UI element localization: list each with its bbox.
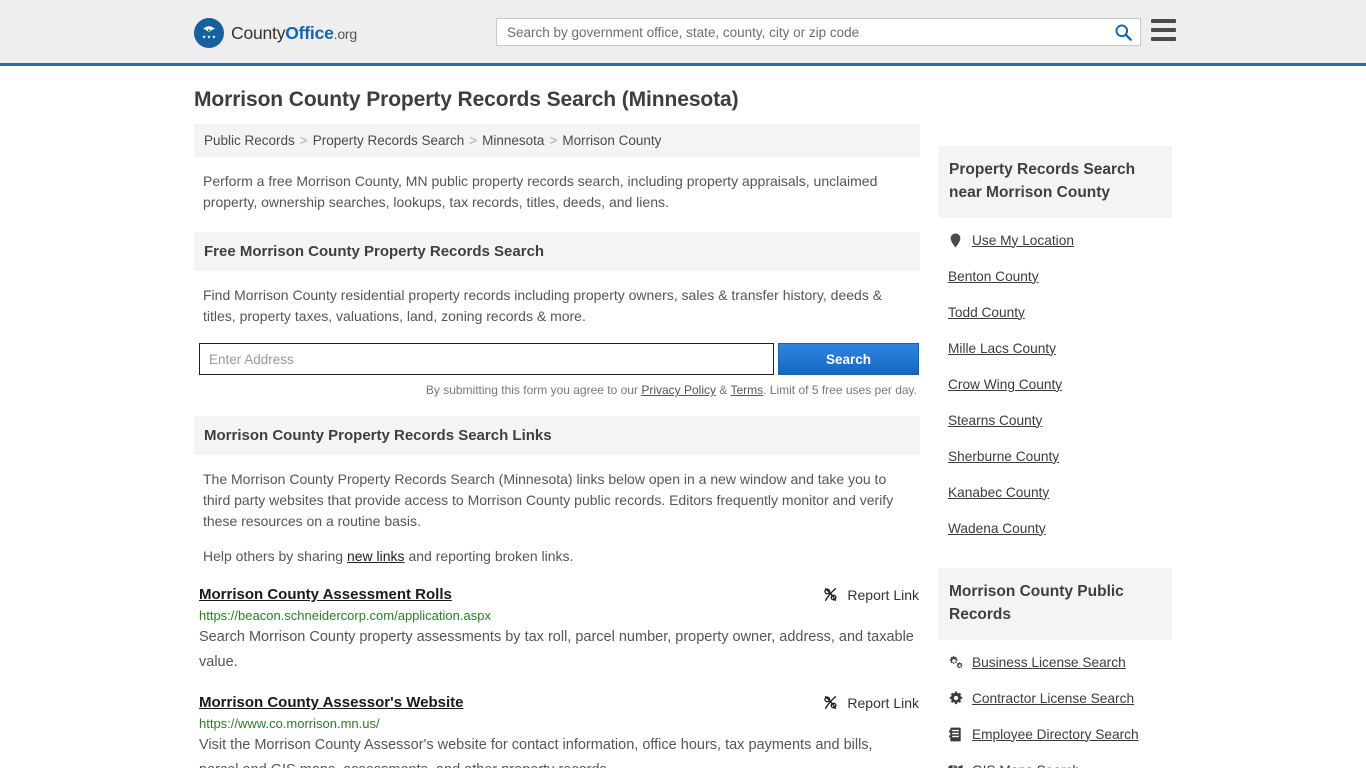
result-item: Morrison County Assessment Rolls Report … [199, 586, 920, 675]
logo-wordmark: CountyOffice.org [231, 23, 357, 44]
intro-paragraph: Perform a free Morrison County, MN publi… [203, 171, 903, 213]
breadcrumb-item-minnesota[interactable]: Minnesota [482, 133, 544, 148]
report-link-button[interactable]: Report Link [822, 694, 920, 711]
cogs-icon [948, 655, 963, 669]
map-pin-icon [948, 233, 963, 248]
sidebar-item-kanabec-county[interactable]: Kanabec County [938, 474, 1172, 510]
sidebar-item-wadena-county[interactable]: Wadena County [938, 510, 1172, 546]
sidebar-item-label: Mille Lacs County [948, 341, 1056, 356]
free-search-heading: Free Morrison County Property Records Se… [194, 232, 920, 271]
report-link-button[interactable]: Report Link [822, 586, 920, 603]
sidebar-item-use-my-location[interactable]: Use My Location [938, 222, 1172, 258]
sidebar-item-benton-county[interactable]: Benton County [938, 258, 1172, 294]
address-search-button[interactable]: Search [778, 343, 919, 375]
links-section-heading: Morrison County Property Records Search … [194, 416, 920, 455]
report-link-label: Report Link [847, 587, 919, 603]
content-container: Public Records > Property Records Search > M… [194, 124, 1172, 768]
sidebar-item-label: Stearns County [948, 413, 1042, 428]
search-icon [1114, 23, 1133, 42]
sidebar-public-records-list: Business License Search Contractor Licen… [938, 644, 1172, 768]
help-others-prefix: Help others by sharing [203, 548, 347, 564]
sidebar-item-mille-lacs-county[interactable]: Mille Lacs County [938, 330, 1172, 366]
sidebar-item-stearns-county[interactable]: Stearns County [938, 402, 1172, 438]
result-url: https://www.co.morrison.mn.us/ [199, 716, 920, 731]
form-disclaimer-amp: & [716, 383, 730, 397]
breadcrumb: Public Records > Property Records Search > M… [194, 124, 920, 157]
sidebar-item-todd-county[interactable]: Todd County [938, 294, 1172, 330]
sidebar-item-crow-wing-county[interactable]: Crow Wing County [938, 366, 1172, 402]
sidebar-nearby-heading: Property Records Search near Morrison Co… [938, 146, 1172, 218]
hamburger-bar [1151, 37, 1176, 41]
breadcrumb-item-morrison-county[interactable]: Morrison County [562, 133, 661, 148]
result-title-link[interactable]: Morrison County Assessment Rolls [199, 586, 452, 603]
site-header: CountyOffice.org [0, 0, 1366, 66]
result-description: Visit the Morrison County Assessor's web… [199, 733, 914, 768]
address-book-icon [948, 727, 963, 742]
logo-text-county: County [231, 23, 285, 43]
sidebar-item-sherburne-county[interactable]: Sherburne County [938, 438, 1172, 474]
global-search-bar[interactable] [496, 18, 1141, 46]
result-header-row: Morrison County Assessment Rolls Report … [199, 586, 920, 603]
help-others-line: Help others by sharing new links and rep… [203, 546, 903, 567]
address-search-form: Search [199, 343, 920, 375]
sidebar-nearby-list: Use My Location Benton County Todd Count… [938, 222, 1172, 546]
breadcrumb-separator: > [549, 133, 557, 148]
sidebar-item-label: Benton County [948, 269, 1039, 284]
cog-icon [948, 691, 963, 705]
sidebar-item-label: Contractor License Search [972, 691, 1134, 706]
sidebar-item-employee-directory-search[interactable]: Employee Directory Search [938, 716, 1172, 752]
sidebar-item-label: GIS Maps Search [972, 763, 1080, 768]
result-item: Morrison County Assessor's Website Repor… [199, 694, 920, 768]
broken-link-icon [822, 694, 839, 711]
address-input[interactable] [199, 343, 774, 375]
breadcrumb-separator: > [469, 133, 477, 148]
breadcrumb-item-public-records[interactable]: Public Records [204, 133, 295, 148]
sidebar-item-gis-maps-search[interactable]: GIS Maps Search [938, 752, 1172, 768]
result-title-link[interactable]: Morrison County Assessor's Website [199, 694, 463, 711]
hamburger-menu-icon[interactable] [1151, 19, 1176, 41]
sidebar-item-label: Employee Directory Search [972, 727, 1139, 742]
main-column: Public Records > Property Records Search > M… [194, 124, 920, 768]
breadcrumb-item-property-records-search[interactable]: Property Records Search [313, 133, 465, 148]
form-disclaimer: By submitting this form you agree to our… [194, 383, 920, 397]
sidebar-public-records-heading: Morrison County Public Records [938, 568, 1172, 640]
sidebar-item-label: Wadena County [948, 521, 1046, 536]
breadcrumb-separator: > [300, 133, 308, 148]
sidebar-item-business-license-search[interactable]: Business License Search [938, 644, 1172, 680]
hamburger-bar [1151, 28, 1176, 32]
sidebar-item-label: Use My Location [972, 233, 1074, 248]
sidebar-item-label: Business License Search [972, 655, 1126, 670]
map-icon [948, 764, 963, 768]
sidebar-item-label: Sherburne County [948, 449, 1059, 464]
page-title: Morrison County Property Records Search … [194, 88, 1172, 112]
sidebar-item-contractor-license-search[interactable]: Contractor License Search [938, 680, 1172, 716]
broken-link-icon [822, 586, 839, 603]
sidebar: Property Records Search near Morrison Co… [938, 124, 1172, 768]
privacy-policy-link[interactable]: Privacy Policy [641, 383, 716, 397]
new-links-link[interactable]: new links [347, 548, 405, 564]
terms-link[interactable]: Terms [730, 383, 763, 397]
logo-text-org: .org [334, 26, 357, 42]
site-logo[interactable]: CountyOffice.org [194, 18, 357, 48]
page-body: Morrison County Property Records Search … [0, 88, 1366, 768]
result-header-row: Morrison County Assessor's Website Repor… [199, 694, 920, 711]
result-url: https://beacon.schneidercorp.com/applica… [199, 608, 920, 623]
sidebar-item-label: Todd County [948, 305, 1025, 320]
form-disclaimer-prefix: By submitting this form you agree to our [426, 383, 641, 397]
eagle-shield-icon [194, 18, 224, 48]
free-search-description: Find Morrison County residential propert… [203, 285, 903, 327]
help-others-suffix: and reporting broken links. [405, 548, 574, 564]
links-section-paragraph: The Morrison County Property Records Sea… [203, 469, 903, 532]
result-description: Search Morrison County property assessme… [199, 625, 914, 675]
sidebar-item-label: Crow Wing County [948, 377, 1062, 392]
logo-text-office: Office [285, 23, 333, 43]
sidebar-item-label: Kanabec County [948, 485, 1049, 500]
report-link-label: Report Link [847, 695, 919, 711]
form-disclaimer-suffix: . Limit of 5 free uses per day. [763, 383, 917, 397]
hamburger-bar [1151, 19, 1176, 23]
search-submit-button[interactable] [1106, 19, 1140, 45]
search-input[interactable] [497, 19, 1106, 45]
